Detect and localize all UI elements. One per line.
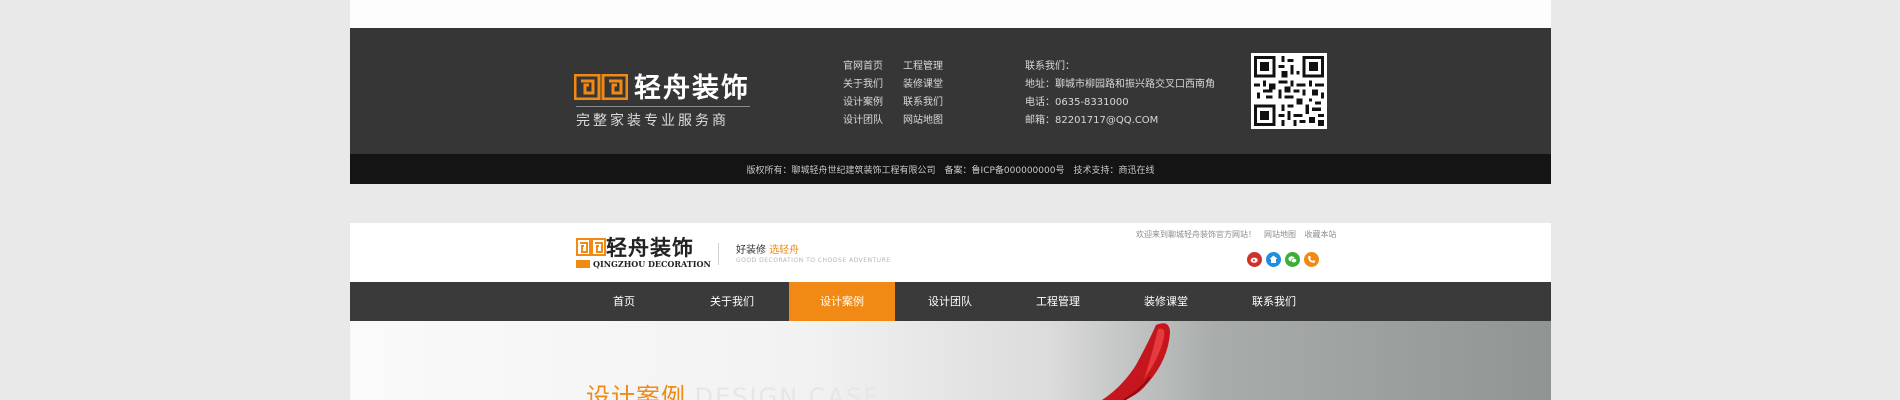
weibo-icon [1250,257,1258,263]
copyright-text: 版权所有：聊城轻舟世纪建筑装饰工程有限公司 备案：鲁ICP备000000000号… [746,166,1155,176]
nav-item-contact[interactable]: 联系我们 [1220,282,1328,321]
header-divider [718,243,719,265]
footer-logo-divider [576,106,750,107]
footer-link-home[interactable]: 官网首页 [843,57,883,72]
qr-code-icon [1251,53,1327,129]
contact-phone: 电话：0635-8331000 [1025,97,1129,108]
logo-mark-icon [574,74,628,100]
banner-title-cn: 设计案例 [586,383,686,400]
canvas: 轻舟装饰 完整家装专业服务商 官网首页 工程管理 关于我们 装修课堂 设计案例 … [0,0,1900,400]
nav-item-team[interactable]: 设计团队 [896,282,1004,321]
phone-icon [1308,256,1315,263]
banner-title-en: DESIGN CASE [694,383,881,400]
header-tagline: 好装修 选轻舟 [736,241,799,256]
social-phone[interactable] [1304,252,1319,267]
header-toplinks: 网站地图 收藏本站 [1258,229,1337,240]
contact-heading: 联系我们： [1025,61,1075,72]
header-welcome: 欢迎来到聊城轻舟装饰官方网站！ [1136,230,1256,239]
footer: 轻舟装饰 完整家装专业服务商 官网首页 工程管理 关于我们 装修课堂 设计案例 … [350,28,1551,184]
footer-link-about[interactable]: 关于我们 [843,75,883,90]
top-white-strip [350,0,1551,28]
footer-link-team[interactable]: 设计团队 [843,111,883,126]
footer-link-contact[interactable]: 联系我们 [903,93,943,108]
header-tagline-en: GOOD DECORATION TO CHOOSE ADVENTURE [736,257,891,264]
main-nav: 首页 关于我们 设计案例 设计团队 工程管理 装修课堂 联系我们 [350,282,1551,321]
nav-item-about[interactable]: 关于我们 [678,282,786,321]
qzone-icon [1269,255,1278,263]
nav-item-classroom[interactable]: 装修课堂 [1112,282,1220,321]
copyright-bar: 版权所有：聊城轻舟世纪建筑装饰工程有限公司 备案：鲁ICP备000000000号… [350,154,1551,184]
nav-item-home[interactable]: 首页 [570,282,678,321]
header-logo-sub: QINGZHOU DECORATION [593,259,711,269]
toplink-sitemap[interactable]: 网站地图 [1264,230,1296,239]
footer-link-cases[interactable]: 设计案例 [843,93,883,108]
footer-link-engineering[interactable]: 工程管理 [903,57,943,72]
site-header: 轻舟装饰 QINGZHOU DECORATION 好装修 选轻舟 GOOD DE… [350,223,1551,282]
banner: 设计案例 DESIGN CASE [350,321,1551,400]
social-weibo[interactable] [1247,252,1262,267]
nav-item-cases[interactable]: 设计案例 [789,282,895,321]
nav-item-engineering[interactable]: 工程管理 [1004,282,1112,321]
social-qzone[interactable] [1266,252,1281,267]
social-wechat[interactable] [1285,252,1300,267]
banner-title: 设计案例 DESIGN CASE [586,377,880,400]
footer-logo-name: 轻舟装饰 [634,73,750,104]
tagline-prefix: 好装修 [736,245,766,256]
toplink-bookmark[interactable]: 收藏本站 [1305,230,1337,239]
tagline-highlight: 选轻舟 [769,245,800,256]
contact-email: 邮箱：82201717@QQ.COM [1025,115,1159,126]
footer-link-classroom[interactable]: 装修课堂 [903,75,943,90]
footer-logo[interactable]: 轻舟装饰 完整家装专业服务商 [574,66,754,129]
header-logo-name[interactable]: 轻舟装饰 [606,232,694,262]
footer-link-sitemap[interactable]: 网站地图 [903,111,943,126]
wechat-icon [1288,256,1297,263]
header-logo-bar [576,260,590,268]
header-logo-mark-icon[interactable] [576,238,606,256]
red-chair-image [1102,323,1170,400]
contact-address: 地址：聊城市柳园路和振兴路交叉口西南角 [1025,79,1215,90]
footer-logo-slogan: 完整家装专业服务商 [576,113,729,129]
